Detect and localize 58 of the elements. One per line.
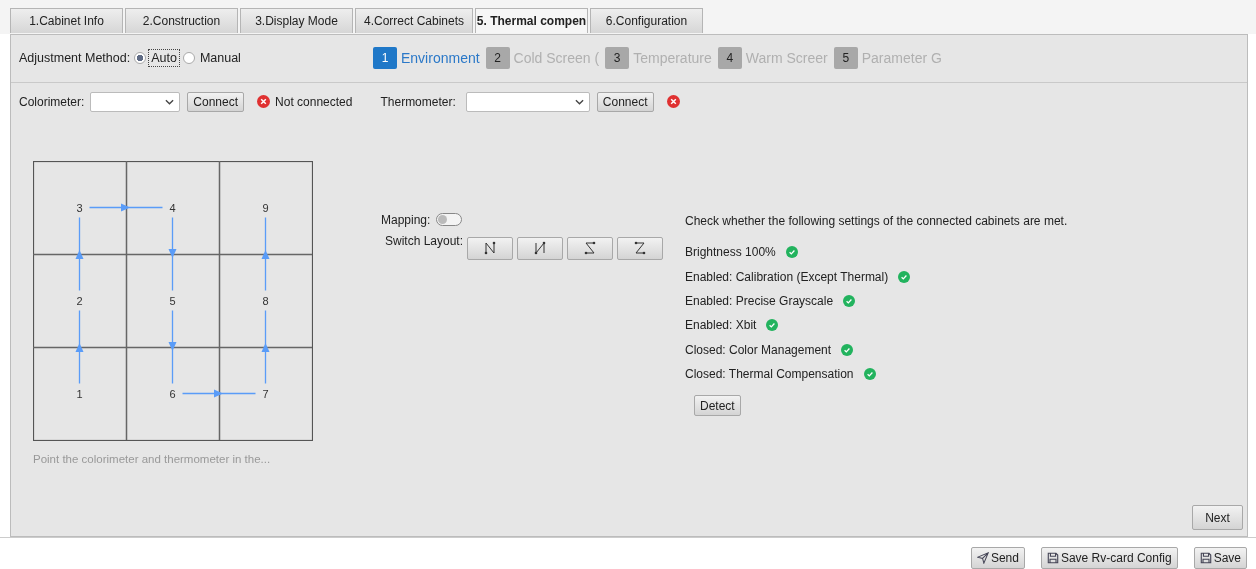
- connection-status: Not connected: [275, 94, 353, 109]
- chevron-icon: [574, 98, 584, 105]
- hint-text: Point the colorimeter and thermometer in the...: [33, 452, 272, 465]
- cabinet-number: 7: [262, 387, 269, 400]
- layout-button[interactable]: [617, 236, 664, 260]
- check-item: Enabled: Xbit: [685, 318, 757, 333]
- cabinet-number: 1: [76, 387, 83, 400]
- detect-button[interactable]: Detect: [694, 395, 741, 417]
- radio-label[interactable]: Manual: [197, 50, 243, 67]
- radio-button[interactable]: [182, 52, 195, 65]
- radio-button[interactable]: [134, 52, 147, 65]
- step-number: 2: [485, 47, 510, 70]
- check-item: Brightness 100%: [685, 245, 776, 260]
- adjustment-label: Adjustment Method:: [19, 51, 131, 66]
- next-button[interactable]: Next: [1192, 505, 1243, 530]
- mapping-label: Mapping:: [381, 212, 431, 227]
- cabinet-number: 9: [262, 201, 269, 214]
- chevron-icon: [165, 98, 175, 105]
- check-item: Closed: Thermal Compensation: [685, 367, 854, 382]
- save-icon: [1199, 552, 1212, 564]
- tab[interactable]: 1.Cabinet Info: [10, 8, 123, 33]
- save-button[interactable]: Save Rv-card Config: [1040, 547, 1178, 569]
- connect-button[interactable]: Connect: [187, 91, 245, 112]
- step-number: 4: [717, 47, 742, 70]
- send-icon: [976, 552, 989, 564]
- cabinet-number: 2: [76, 294, 83, 307]
- cabinet-number: 5: [169, 294, 176, 307]
- save-icon: [1046, 552, 1059, 564]
- send-button[interactable]: Send: [970, 547, 1025, 569]
- cabinet-number: 4: [169, 201, 176, 214]
- step-number: 3: [605, 47, 630, 70]
- colorimeter-dropdown[interactable]: [90, 91, 181, 112]
- check-item: Closed: Color Management: [685, 342, 832, 357]
- step-number: 1: [373, 47, 397, 70]
- connect-button[interactable]: Connect: [596, 91, 654, 112]
- check-item: Enabled: Precise Grayscale: [685, 293, 834, 308]
- tab[interactable]: 2.Construction: [125, 8, 238, 33]
- cabinet-number: 6: [169, 387, 176, 400]
- colorimeter-label: Colorimeter:: [19, 94, 85, 109]
- switch-layout-label: Switch Layout:: [385, 233, 464, 248]
- layout-button[interactable]: [467, 236, 514, 260]
- step-number: 5: [833, 47, 858, 70]
- save-button[interactable]: Save: [1193, 547, 1247, 569]
- step-label[interactable]: Environment: [401, 50, 480, 67]
- layout-button[interactable]: [517, 236, 564, 260]
- tab[interactable]: 6.Configuration: [590, 8, 703, 33]
- tab[interactable]: 4.Correct Cabinets: [355, 8, 473, 33]
- tab[interactable]: 5. Thermal compen: [475, 8, 588, 33]
- cabinet-number: 3: [76, 201, 83, 214]
- radio-label[interactable]: Auto: [149, 50, 179, 67]
- tab[interactable]: 3.Display Mode: [240, 8, 353, 33]
- check-item: Enabled: Calibration (Except Thermal): [685, 269, 889, 284]
- cabinet-number: 8: [262, 294, 269, 307]
- check-intro: Check whether the following settings of the connected cabinets are met.: [685, 213, 1068, 228]
- thermometer-label: Thermometer:: [380, 94, 456, 109]
- mapping-toggle[interactable]: [436, 213, 463, 227]
- thermometer-dropdown[interactable]: [465, 91, 590, 112]
- layout-button[interactable]: [567, 236, 614, 260]
